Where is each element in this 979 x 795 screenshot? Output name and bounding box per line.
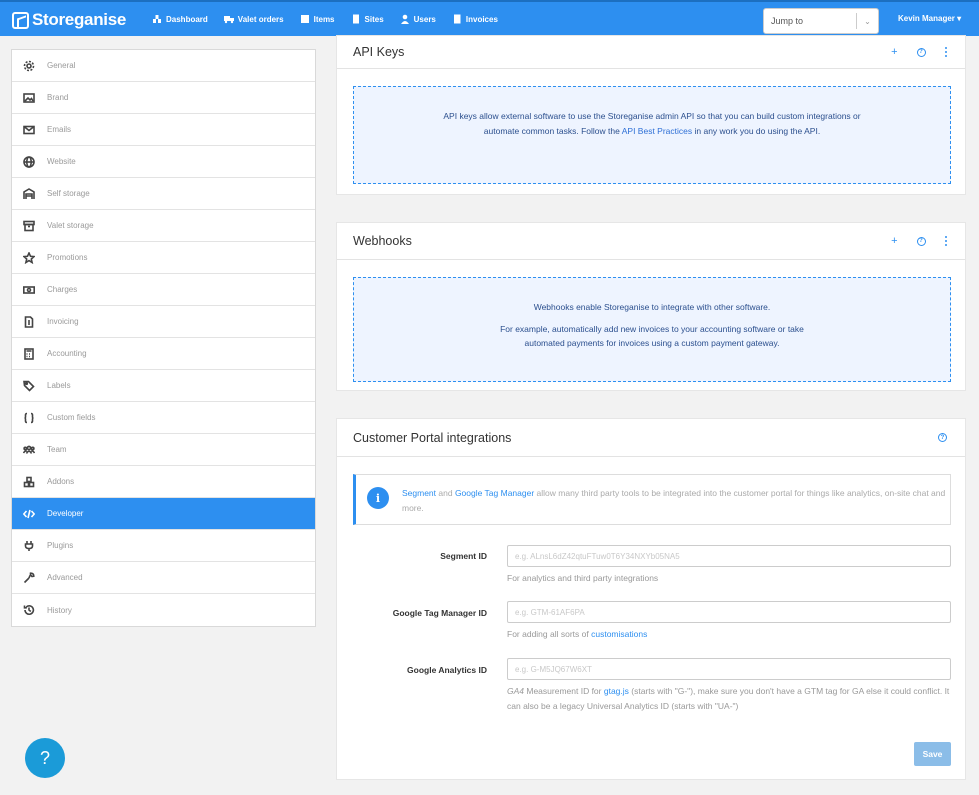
customer-portal-header: Customer Portal integrations ? <box>337 419 965 457</box>
alert-text: Segment and Google Tag Manager allow man… <box>402 488 946 513</box>
webhooks-empty-state: Webhooks enable Storeganise to integrate… <box>353 277 951 382</box>
gtag-js-link[interactable]: gtag.js <box>604 686 629 696</box>
segment-id-input[interactable]: e.g. ALnsL6dZ42qtuFTuw0T6Y34NXYb05NA5 <box>507 545 951 567</box>
archive-icon <box>23 220 35 232</box>
sidebar-item-valet-storage[interactable]: Valet storage <box>12 210 315 242</box>
panel-title: Webhooks <box>353 234 412 248</box>
money-icon <box>23 284 35 296</box>
sidebar-item-promotions[interactable]: Promotions <box>12 242 315 274</box>
api-keys-header: API Keys + ? <box>337 36 965 69</box>
nav-users[interactable]: Users <box>400 14 436 24</box>
api-keys-empty-state: API keys allow external software to use … <box>353 86 951 184</box>
sidebar-item-website[interactable]: Website <box>12 146 315 178</box>
wrench-icon <box>23 571 35 584</box>
gear-icon <box>23 60 35 72</box>
building-icon <box>352 14 359 24</box>
image-icon <box>23 92 35 104</box>
ga-id-label: Google Analytics ID <box>407 665 487 675</box>
jump-to-select[interactable]: Jump to ⌄ <box>763 8 879 34</box>
brand-logo[interactable]: Storeganise <box>12 10 126 30</box>
nav-items[interactable]: Items <box>300 14 335 24</box>
cubes-icon <box>23 476 35 488</box>
sidebar-item-general[interactable]: General <box>12 50 315 82</box>
segment-link[interactable]: Segment <box>402 488 436 498</box>
panel-title: API Keys <box>353 45 405 59</box>
globe-icon <box>23 155 35 168</box>
sidebar-item-emails[interactable]: Emails <box>12 114 315 146</box>
ga-id-help: GA4 Measurement ID for gtag.js (starts w… <box>507 686 950 711</box>
panel-title: Customer Portal integrations <box>353 430 512 445</box>
history-icon <box>23 604 35 616</box>
code-icon <box>23 508 35 520</box>
sidebar-item-custom-fields[interactable]: Custom fields <box>12 402 315 434</box>
star-icon <box>23 251 35 264</box>
panel-actions: ? <box>938 419 947 456</box>
sidebar-item-team[interactable]: Team <box>12 434 315 466</box>
info-alert: i Segment and Google Tag Manager allow m… <box>353 474 951 525</box>
gtm-id-help: For adding all sorts of customisations <box>507 629 648 639</box>
webhooks-panel: Webhooks + ? Webhooks enable Storeganise… <box>336 222 966 391</box>
nav-sites[interactable]: Sites <box>351 14 384 24</box>
customisations-link[interactable]: customisations <box>591 629 647 639</box>
sidebar-item-self-storage[interactable]: Self storage <box>12 178 315 210</box>
gtm-id-label: Google Tag Manager ID <box>392 608 487 618</box>
truck-icon <box>223 16 234 24</box>
brand-name: Storeganise <box>32 10 127 29</box>
tags-icon <box>23 380 35 392</box>
customer-portal-panel: Customer Portal integrations ? i Segment… <box>336 418 966 780</box>
plug-icon <box>23 540 35 552</box>
segment-id-label: Segment ID <box>440 551 487 561</box>
top-navbar: Storeganise Dashboard Valet orders Items… <box>0 0 979 36</box>
panel-actions: + ? <box>891 223 947 259</box>
api-keys-panel: API Keys + ? API keys allow external sof… <box>336 35 966 195</box>
list-icon <box>300 15 309 23</box>
sidebar-item-advanced[interactable]: Advanced <box>12 562 315 594</box>
user-icon <box>400 14 409 24</box>
ga-id-input[interactable]: e.g. G-M5JQ67W6XT <box>507 658 951 680</box>
info-icon: i <box>367 487 389 509</box>
dashboard-icon <box>153 15 161 23</box>
segment-id-help: For analytics and third party integratio… <box>507 573 659 583</box>
calculator-icon <box>23 347 35 360</box>
user-menu[interactable]: Kevin Manager ▾ <box>898 14 961 23</box>
add-api-key-button[interactable]: + <box>891 46 897 58</box>
nav-invoices[interactable]: Invoices <box>452 14 498 24</box>
settings-sidebar: General Brand Emails Website Self storag… <box>11 49 316 627</box>
help-icon[interactable]: ? <box>938 433 947 442</box>
google-tag-manager-link[interactable]: Google Tag Manager <box>455 488 534 498</box>
envelope-icon <box>23 124 35 136</box>
chevron-down-icon: ⌄ <box>856 13 878 29</box>
more-options-icon[interactable] <box>944 46 947 58</box>
sidebar-item-developer[interactable]: Developer <box>12 498 315 530</box>
save-button[interactable]: Save <box>914 742 951 766</box>
invoice-icon <box>23 315 35 328</box>
nav-valet-orders[interactable]: Valet orders <box>223 14 284 24</box>
panel-actions: + ? <box>891 36 947 68</box>
help-icon[interactable]: ? <box>916 47 926 57</box>
help-icon[interactable]: ? <box>916 236 926 246</box>
gtm-id-input[interactable]: e.g. GTM-61AF6PA <box>507 601 951 623</box>
help-chat-button[interactable]: ? <box>25 738 65 778</box>
add-webhook-button[interactable]: + <box>891 235 897 247</box>
nav-dashboard[interactable]: Dashboard <box>152 14 208 24</box>
sidebar-item-charges[interactable]: Charges <box>12 274 315 306</box>
api-best-practices-link[interactable]: API Best Practices <box>622 126 692 136</box>
webhooks-header: Webhooks + ? <box>337 223 965 260</box>
sidebar-item-addons[interactable]: Addons <box>12 466 315 498</box>
document-icon <box>453 14 461 24</box>
sidebar-item-labels[interactable]: Labels <box>12 370 315 402</box>
sidebar-item-accounting[interactable]: Accounting <box>12 338 315 370</box>
logo-icon <box>12 11 29 29</box>
braces-icon <box>23 412 35 424</box>
sidebar-item-invoicing[interactable]: Invoicing <box>12 306 315 338</box>
more-options-icon[interactable] <box>944 235 947 247</box>
sidebar-item-brand[interactable]: Brand <box>12 82 315 114</box>
main-nav: Dashboard Valet orders Items Sites Users… <box>152 2 514 36</box>
team-icon <box>23 444 35 456</box>
warehouse-icon <box>23 187 35 200</box>
